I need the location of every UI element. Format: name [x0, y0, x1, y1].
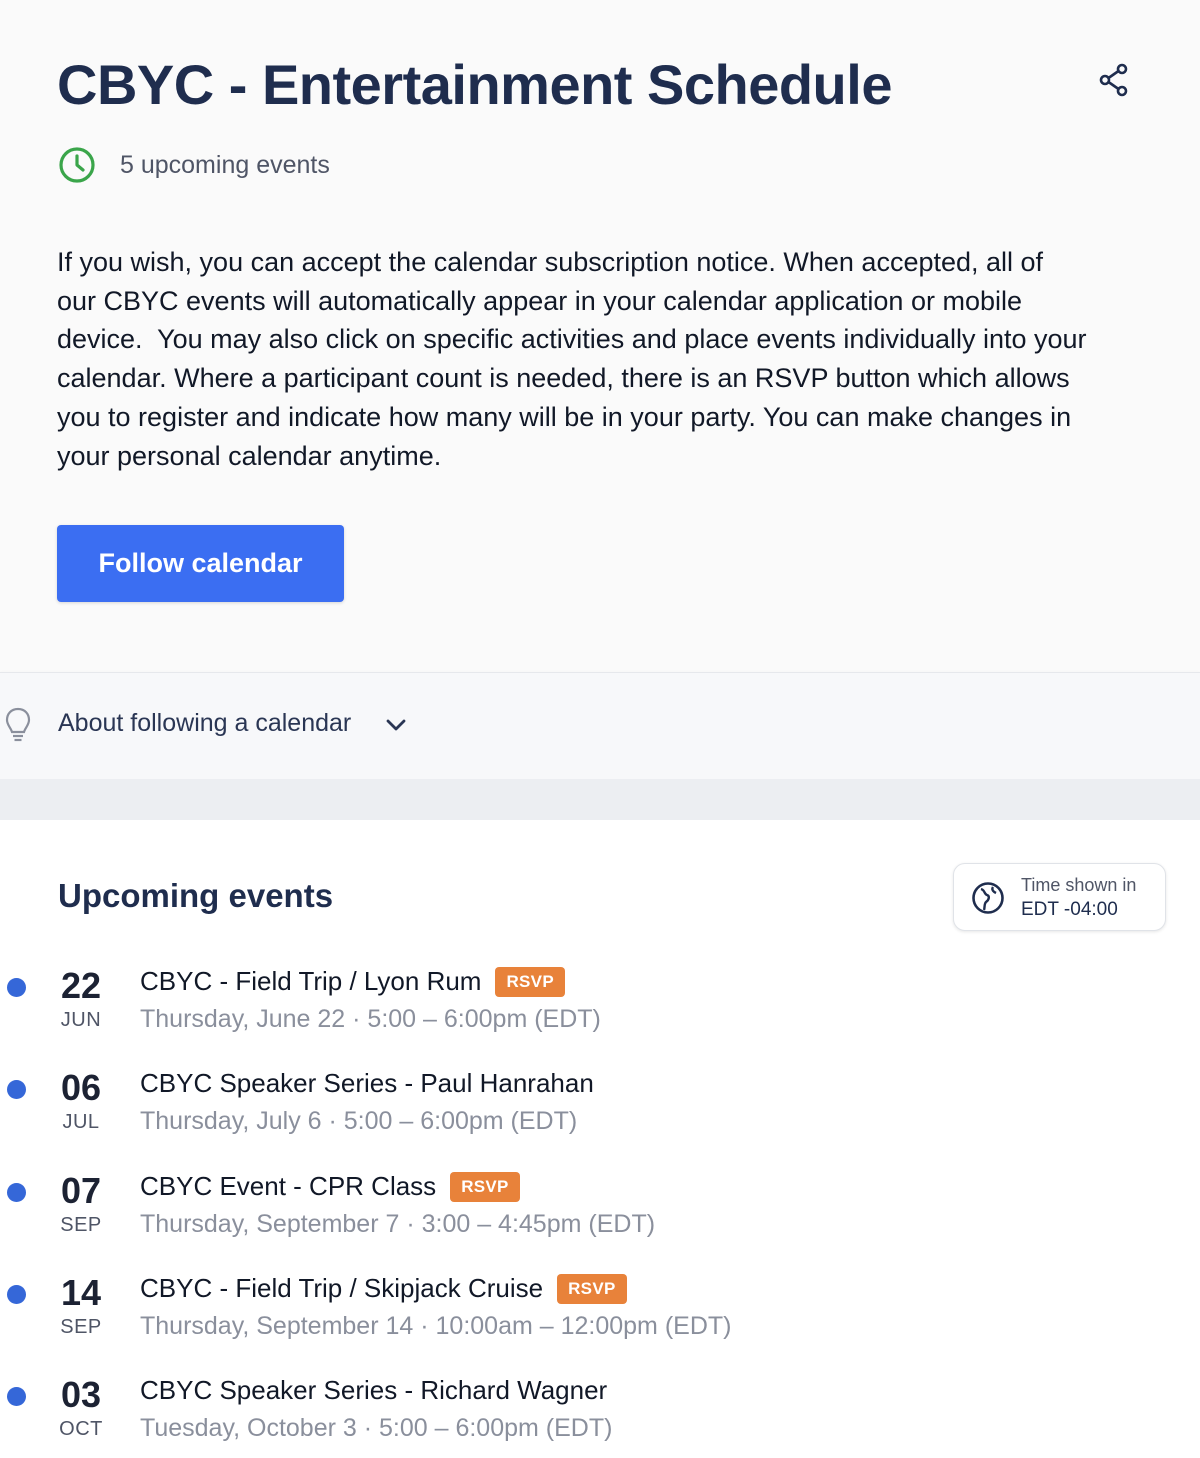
- event-time: Thursday, June 22 · 5:00 – 6:00pm (EDT): [140, 1005, 601, 1033]
- event-month: OCT: [59, 1418, 103, 1440]
- event-dot: [7, 1387, 26, 1406]
- timezone-caption: Time shown in: [1021, 875, 1137, 895]
- follow-calendar-button[interactable]: Follow calendar: [57, 525, 344, 602]
- event-title[interactable]: CBYC Event - CPR Class: [140, 1171, 436, 1202]
- event-item[interactable]: 06 JUL CBYC Speaker Series - Paul Hanrah…: [0, 1067, 1200, 1151]
- event-title[interactable]: CBYC Speaker Series - Richard Wagner: [140, 1375, 607, 1406]
- calendar-header: CBYC - Entertainment Schedule 5 upcoming…: [0, 0, 1200, 672]
- about-following-toggle[interactable]: About following a calendar: [0, 672, 1200, 779]
- event-dot: [7, 1080, 26, 1099]
- rsvp-badge[interactable]: RSVP: [557, 1273, 627, 1304]
- event-day: 07: [60, 1170, 102, 1211]
- event-item[interactable]: 07 SEP CBYC Event - CPR Class RSVP Thurs…: [0, 1170, 1200, 1254]
- event-dot: [7, 1183, 26, 1202]
- event-day: 03: [60, 1374, 102, 1415]
- event-title[interactable]: CBYC - Field Trip / Skipjack Cruise: [140, 1273, 543, 1304]
- globe-icon: [972, 882, 1004, 914]
- share-button[interactable]: [1094, 60, 1134, 100]
- event-day: 14: [60, 1272, 102, 1313]
- event-month: SEP: [60, 1316, 102, 1338]
- rsvp-badge[interactable]: RSVP: [495, 966, 565, 997]
- event-day: 22: [60, 965, 102, 1006]
- event-dot: [7, 978, 26, 997]
- event-month: JUL: [62, 1111, 100, 1133]
- chevron-down-icon: [386, 719, 406, 731]
- event-dot: [7, 1285, 26, 1304]
- timezone-value: EDT -04:00: [1021, 899, 1118, 920]
- event-time: Thursday, September 14 · 10:00am – 12:00…: [140, 1312, 732, 1340]
- section-divider: [0, 779, 1200, 820]
- event-time: Tuesday, October 3 · 5:00 – 6:00pm (EDT): [140, 1414, 613, 1442]
- share-icon: [1099, 63, 1128, 97]
- upcoming-events-heading: Upcoming events: [58, 877, 334, 914]
- event-title[interactable]: CBYC - Field Trip / Lyon Rum: [140, 966, 481, 997]
- timezone-selector[interactable]: Time shown in EDT -04:00: [953, 863, 1166, 931]
- upcoming-count-text: 5 upcoming events: [120, 150, 330, 179]
- event-item[interactable]: 03 OCT CBYC Speaker Series - Richard Wag…: [0, 1374, 1200, 1458]
- calendar-description: If you wish, you can accept the calendar…: [57, 247, 1087, 471]
- rsvp-badge[interactable]: RSVP: [450, 1171, 520, 1202]
- event-month: SEP: [60, 1214, 102, 1236]
- clock-icon: [59, 147, 95, 183]
- lightbulb-icon: [5, 707, 31, 742]
- about-following-label: About following a calendar: [58, 709, 352, 737]
- event-month: JUN: [60, 1009, 102, 1031]
- upcoming-count: 5 upcoming events: [58, 146, 330, 184]
- event-time: Thursday, September 7 · 3:00 – 4:45pm (E…: [140, 1210, 656, 1238]
- event-time: Thursday, July 6 · 5:00 – 6:00pm (EDT): [140, 1107, 578, 1135]
- event-item[interactable]: 22 JUN CBYC - Field Trip / Lyon Rum RSVP…: [0, 965, 1200, 1049]
- event-day: 06: [60, 1067, 102, 1108]
- event-title[interactable]: CBYC Speaker Series - Paul Hanrahan: [140, 1068, 594, 1099]
- event-item[interactable]: 14 SEP CBYC - Field Trip / Skipjack Crui…: [0, 1272, 1200, 1356]
- page-title: CBYC - Entertainment Schedule: [57, 53, 892, 116]
